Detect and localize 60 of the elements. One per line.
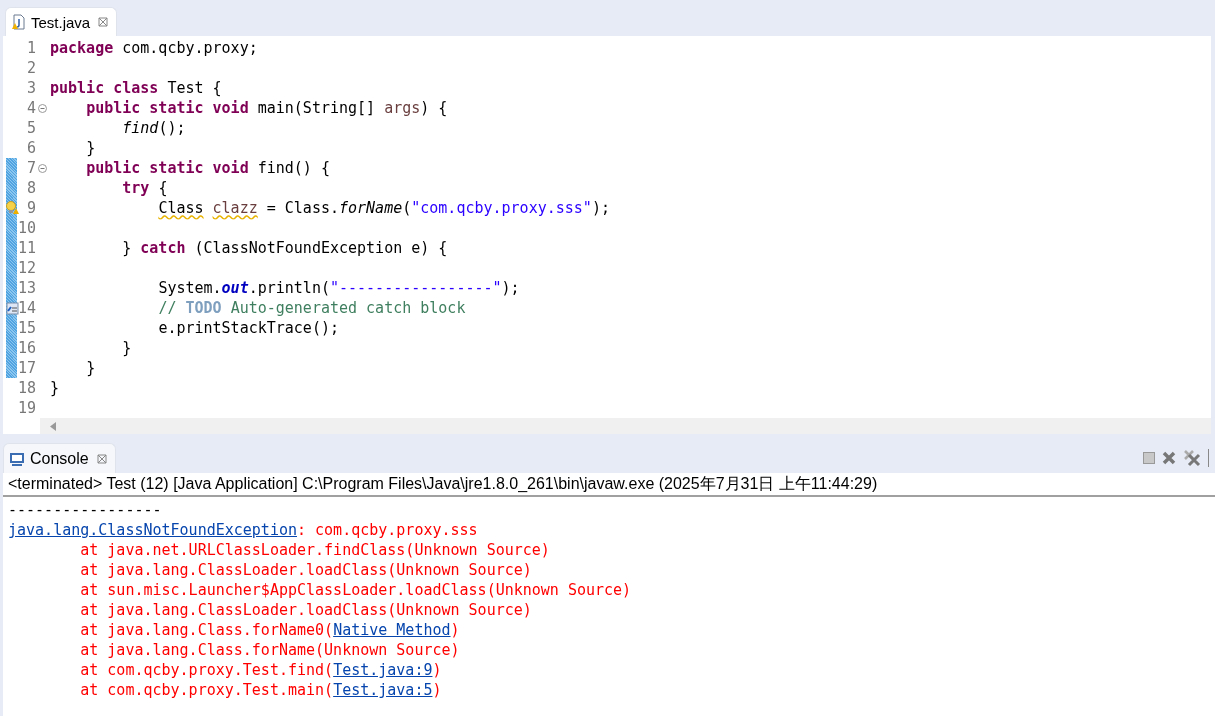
code-line: System.out.println("-----------------"); <box>157 279 520 297</box>
code-line: } <box>85 139 96 157</box>
line-number: 19 <box>17 399 36 417</box>
line-number: 4 <box>25 99 36 117</box>
console-line: at java.lang.Class.forName(Unknown Source) <box>79 641 460 659</box>
code-line: } <box>85 359 96 377</box>
line-number: 13 <box>17 279 36 297</box>
console-line: at java.net.URLClassLoader.findClass(Unknown Source) <box>79 541 550 559</box>
line-number: 3 <box>25 79 36 97</box>
line-number: 18 <box>17 379 36 397</box>
line-number: 12 <box>17 259 36 277</box>
line-number: 16 <box>17 339 36 357</box>
code-line: } <box>50 379 60 397</box>
console-line: at java.lang.Class.forName0(Native Method) <box>79 621 460 639</box>
code-line: public class Test { <box>50 79 222 97</box>
stack-trace-link[interactable]: java.lang.ClassNotFoundException <box>8 521 297 539</box>
line-number: 11 <box>17 239 36 257</box>
close-icon[interactable] <box>96 453 107 464</box>
collapse-icon[interactable] <box>37 103 47 113</box>
collapse-icon[interactable] <box>37 163 47 173</box>
remove-icon[interactable] <box>1162 451 1176 465</box>
line-number: 14 <box>17 299 36 317</box>
scroll-left-arrow-icon[interactable] <box>50 421 56 431</box>
console-tab[interactable]: Console <box>3 443 116 473</box>
editor-tab[interactable]: Test.java <box>5 7 118 36</box>
code-line: } <box>121 339 132 357</box>
code-line: Class clazz = Class.forName("com.qcby.proxy.sss"); <box>157 199 610 217</box>
console-line: at sun.misc.Launcher$AppClassLoader.loadClass(Unknown Source) <box>79 581 632 599</box>
close-icon[interactable] <box>98 17 109 27</box>
code-line: // TODO Auto-generated catch block <box>157 299 466 317</box>
line-number: 2 <box>25 59 36 77</box>
console-line: ----------------- <box>8 501 162 519</box>
console-line: java.lang.ClassNotFoundException: com.qcby.proxy.sss <box>8 521 478 539</box>
stack-trace-link[interactable]: Test.java:9 <box>333 661 433 679</box>
line-number: 7 <box>25 159 36 177</box>
stack-trace-link[interactable]: Test.java:5 <box>333 681 433 699</box>
line-number: 17 <box>17 359 36 377</box>
code-line: } catch (ClassNotFoundException e) { <box>121 239 448 257</box>
line-number: 8 <box>25 179 36 197</box>
console-line: at com.qcby.proxy.Test.main(Test.java:5) <box>79 681 442 699</box>
code-line: find(); <box>121 119 186 137</box>
line-number: 15 <box>17 319 36 337</box>
code-line: e.printStackTrace(); <box>157 319 339 337</box>
code-line: package com.qcby.proxy; <box>50 39 258 57</box>
remove-all-icon[interactable] <box>1183 449 1201 467</box>
code-line: public static void find() { <box>85 159 330 177</box>
line-number: 5 <box>25 119 36 137</box>
console-line: at java.lang.ClassLoader.loadClass(Unknown Source) <box>79 601 532 619</box>
java-file-icon <box>11 14 27 30</box>
line-number: 10 <box>17 219 36 237</box>
stack-trace-link[interactable]: Native Method <box>333 621 451 639</box>
line-number: 9 <box>25 199 36 217</box>
monitor-icon <box>9 450 25 467</box>
console-line: at java.lang.ClassLoader.loadClass(Unknown Source) <box>79 561 532 579</box>
code-line: try { <box>121 179 168 197</box>
line-number: 6 <box>25 139 36 157</box>
process-status-text: <terminated> Test (12) [Java Application] C:\Program Files\Java\jre1.8.0_261\bin\javaw.exe (2025年7月31日 上午11:44:29) <box>3 473 1215 497</box>
console-line: at com.qcby.proxy.Test.find(Test.java:9) <box>79 661 442 679</box>
code-line: public static void main(String[] args) { <box>85 99 448 117</box>
line-number: 1 <box>25 39 36 57</box>
